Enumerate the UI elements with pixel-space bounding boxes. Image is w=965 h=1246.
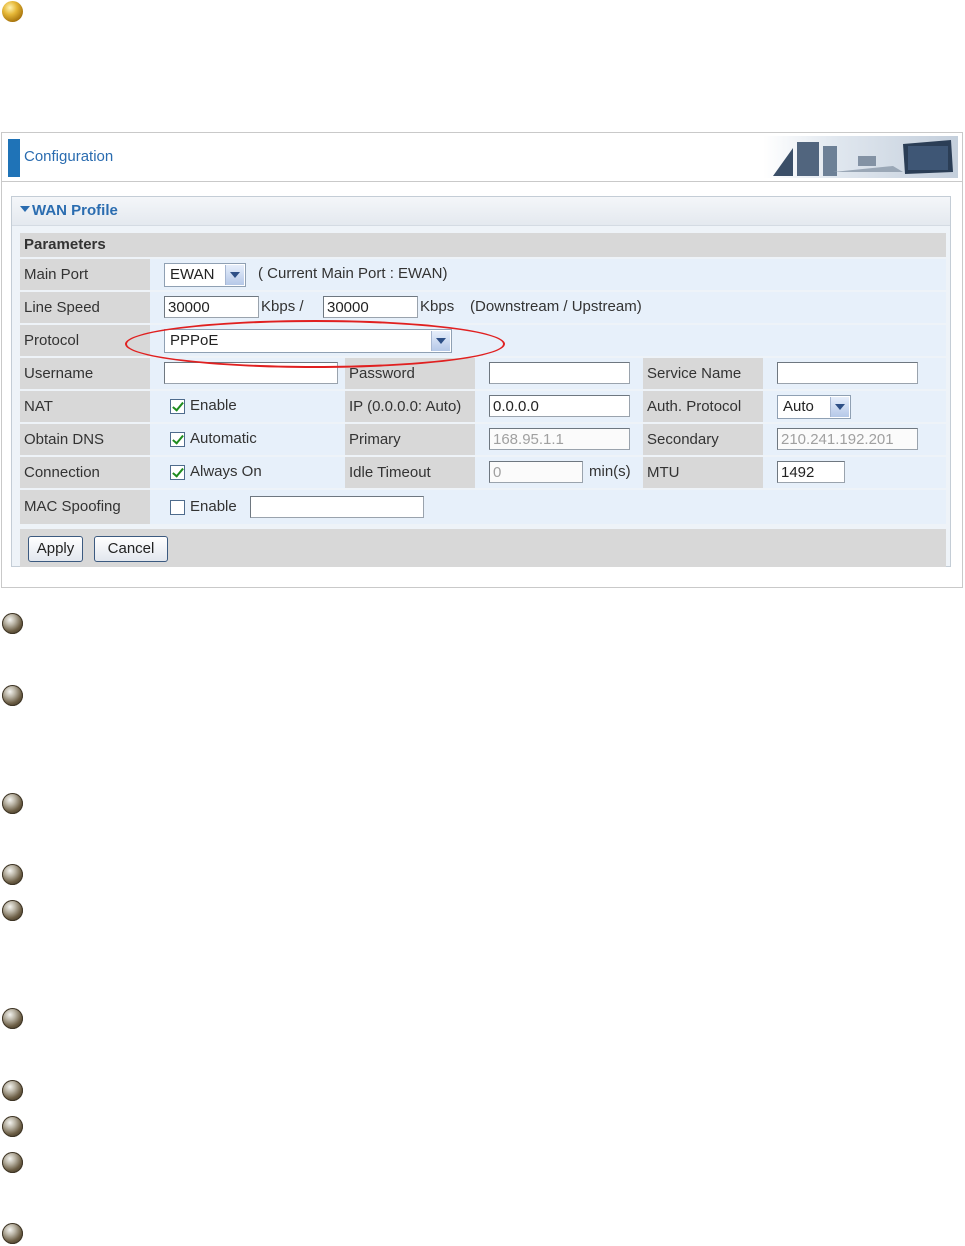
main-port-select[interactable]: EWAN — [164, 263, 246, 287]
protocol-label: Protocol — [20, 325, 150, 356]
configuration-header: Configuration — [2, 133, 962, 182]
password-input[interactable] — [489, 362, 630, 384]
bullet-icon — [2, 613, 23, 634]
line-speed-note: (Downstream / Upstream) — [470, 298, 642, 315]
chevron-down-icon[interactable] — [225, 265, 244, 285]
bullet-icon — [2, 900, 23, 921]
ip-label: IP (0.0.0.0: Auto) — [345, 391, 475, 422]
idle-timeout-input[interactable]: 0 — [489, 461, 583, 483]
username-row: Username Password Service Name — [20, 358, 946, 389]
gold-bullet-icon — [2, 1, 23, 22]
obtain-dns-label: Obtain DNS — [20, 424, 150, 455]
parameters-heading: Parameters — [20, 233, 946, 257]
nat-row: NAT Enable IP (0.0.0.0: Auto) 0.0.0.0 Au… — [20, 391, 946, 422]
auth-protocol-select[interactable]: Auto — [777, 395, 851, 419]
auth-protocol-value: Auto — [783, 398, 814, 415]
obtain-dns-row: Obtain DNS Automatic Primary 168.95.1.1 … — [20, 424, 946, 455]
chevron-down-icon[interactable] — [431, 331, 450, 351]
protocol-value: PPPoE — [170, 332, 219, 349]
primary-dns-label: Primary — [345, 424, 475, 455]
secondary-dns-input[interactable]: 210.241.192.201 — [777, 428, 918, 450]
mtu-input[interactable]: 1492 — [777, 461, 845, 483]
username-label: Username — [20, 358, 150, 389]
apply-button[interactable]: Apply — [28, 536, 83, 562]
bullet-icon — [2, 793, 23, 814]
connection-row: Connection Always On Idle Timeout 0 min(… — [20, 457, 946, 488]
page-title: Configuration — [24, 148, 114, 165]
bullet-icon — [2, 864, 23, 885]
bullet-icon — [2, 1008, 23, 1029]
always-on-label: Always On — [190, 463, 262, 480]
password-label: Password — [345, 358, 475, 389]
collapse-triangle-icon[interactable] — [20, 206, 30, 212]
main-port-value: EWAN — [170, 266, 215, 283]
current-main-port-note: ( Current Main Port : EWAN) — [258, 265, 448, 282]
always-on-checkbox[interactable] — [170, 465, 185, 480]
kbps-slash-label: Kbps / — [261, 298, 304, 315]
auth-protocol-label: Auth. Protocol — [643, 391, 763, 422]
wan-profile-section: WAN Profile Parameters Main Port EWAN ( … — [11, 196, 951, 567]
username-input[interactable] — [164, 362, 338, 384]
ip-input[interactable]: 0.0.0.0 — [489, 395, 630, 417]
primary-dns-input[interactable]: 168.95.1.1 — [489, 428, 630, 450]
bullet-icon — [2, 1080, 23, 1101]
mac-address-input[interactable] — [250, 496, 424, 518]
mac-spoofing-checkbox[interactable] — [170, 500, 185, 515]
header-accent-bar — [8, 139, 20, 177]
downstream-speed-input[interactable]: 30000 — [164, 296, 259, 318]
nat-enable-checkbox[interactable] — [170, 399, 185, 414]
bullet-icon — [2, 1223, 23, 1244]
protocol-select[interactable]: PPPoE — [164, 329, 452, 353]
mac-spoofing-enable-label: Enable — [190, 498, 237, 515]
obtain-dns-automatic-label: Automatic — [190, 430, 257, 447]
secondary-dns-label: Secondary — [643, 424, 763, 455]
protocol-row: Protocol PPPoE — [20, 325, 946, 356]
connection-label: Connection — [20, 457, 150, 488]
nat-label: NAT — [20, 391, 150, 422]
bullet-icon — [2, 685, 23, 706]
wan-profile-title-bar[interactable]: WAN Profile — [12, 197, 950, 226]
button-bar: Apply Cancel — [20, 529, 946, 567]
configuration-panel: Configuration WAN Profile Parameters Mai… — [1, 132, 963, 588]
mac-spoofing-label: MAC Spoofing — [20, 490, 150, 524]
line-speed-row: Line Speed 30000 Kbps / 30000 Kbps (Down… — [20, 292, 946, 323]
obtain-dns-checkbox[interactable] — [170, 432, 185, 447]
idle-timeout-unit: min(s) — [589, 463, 631, 480]
service-name-input[interactable] — [777, 362, 918, 384]
kbps-label: Kbps — [420, 298, 455, 315]
service-name-label: Service Name — [643, 358, 763, 389]
cancel-button[interactable]: Cancel — [94, 536, 168, 562]
upstream-speed-input[interactable]: 30000 — [323, 296, 418, 318]
main-port-label: Main Port — [20, 259, 150, 290]
idle-timeout-label: Idle Timeout — [345, 457, 475, 488]
chevron-down-icon[interactable] — [830, 397, 849, 417]
nat-enable-label: Enable — [190, 397, 237, 414]
line-speed-label: Line Speed — [20, 292, 150, 323]
wan-profile-title: WAN Profile — [32, 202, 118, 219]
bullet-icon — [2, 1152, 23, 1173]
office-banner-icon — [763, 136, 958, 178]
mac-spoofing-row: MAC Spoofing Enable — [20, 490, 946, 524]
main-port-row: Main Port EWAN ( Current Main Port : EWA… — [20, 259, 946, 290]
bullet-icon — [2, 1116, 23, 1137]
mtu-label: MTU — [643, 457, 763, 488]
